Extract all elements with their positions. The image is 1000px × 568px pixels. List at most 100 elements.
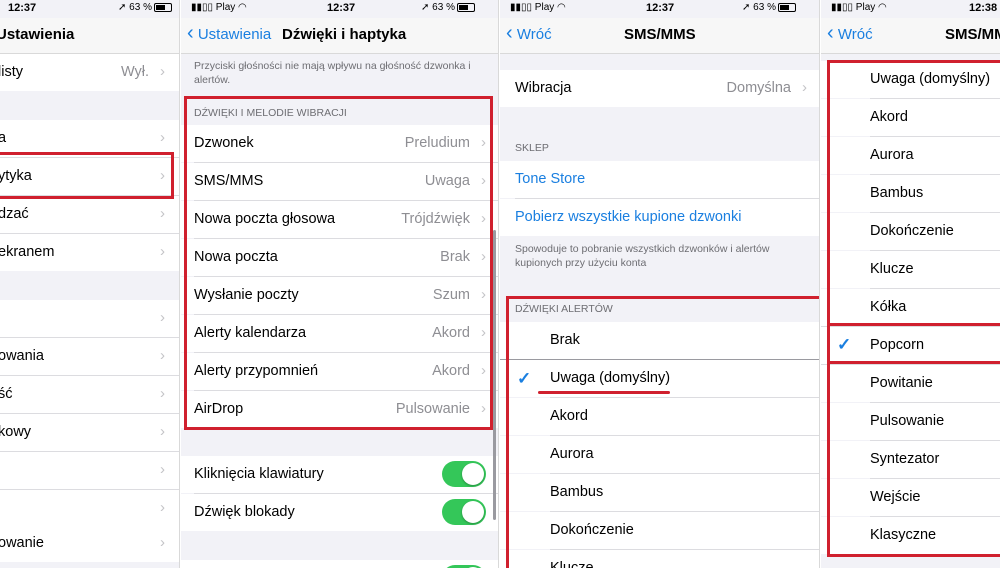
chevron-right-icon: › xyxy=(160,423,165,440)
row-label: Wibracja xyxy=(515,80,572,96)
store-note: Spowoduje to pobranie wszystkich dzwonkó… xyxy=(515,243,770,269)
row-value: Trójdźwięk xyxy=(401,211,470,227)
scrollbar[interactable] xyxy=(493,230,496,520)
settings-row[interactable]: owania › xyxy=(0,338,179,375)
alert-option[interactable]: Pulsowanie xyxy=(821,403,1000,440)
chevron-right-icon: › xyxy=(481,210,486,227)
chevron-right-icon: › xyxy=(160,461,165,478)
row-label: Dźwięk blokady xyxy=(194,504,295,520)
settings-row[interactable]: ść › xyxy=(0,376,179,413)
alert-option[interactable]: Akord xyxy=(500,398,819,435)
sound-row[interactable]: Nowa poczta Brak › xyxy=(181,239,498,276)
alert-option[interactable]: Syntezator xyxy=(821,441,1000,478)
row-label: ytyka xyxy=(0,168,32,184)
checkmark-icon: ✓ xyxy=(517,369,532,388)
option-label: Kółka xyxy=(870,299,907,315)
settings-row[interactable]: owanie › xyxy=(0,525,179,562)
row-label: kowy xyxy=(0,424,32,440)
settings-row[interactable]: › xyxy=(0,300,179,337)
chevron-right-icon: › xyxy=(160,167,165,184)
underline-mark xyxy=(538,391,670,394)
settings-row[interactable]: listy Wył. › xyxy=(0,54,179,91)
chevron-left-icon: ‹ xyxy=(187,22,194,44)
alert-option[interactable]: Kółka xyxy=(821,289,1000,326)
sound-row[interactable]: Wysłanie poczty Szum › xyxy=(181,277,498,314)
alert-option[interactable]: Dokończenie xyxy=(500,512,819,549)
section-header: DŹWIĘKI I MELODIE WIBRACJI xyxy=(194,107,347,119)
status-time: 12:38 xyxy=(969,2,998,14)
option-label: Syntezator xyxy=(870,451,940,467)
alert-option[interactable]: Klucze xyxy=(821,251,1000,288)
tone-store-link[interactable]: Tone Store xyxy=(500,161,819,198)
back-button[interactable]: ‹ Ustawienia xyxy=(187,23,272,43)
row-label: ekranem xyxy=(0,244,55,260)
sound-row[interactable]: Dzwonek Preludium › xyxy=(181,125,498,162)
sound-row[interactable]: Alerty przypomnień Akord › xyxy=(181,353,498,390)
row-value: Brak xyxy=(440,249,470,265)
status-carrier: ▮▮▯▯ Play ◠ xyxy=(831,2,887,13)
alert-option[interactable]: Bambus xyxy=(821,175,1000,212)
option-label: Klucze xyxy=(870,261,914,277)
vibration-row[interactable]: Wibracja Domyślna › xyxy=(500,70,819,107)
row-value: Akord xyxy=(432,363,470,379)
sound-row[interactable]: SMS/MMS Uwaga › xyxy=(181,163,498,200)
status-bar: ▮▮▯▯ Play ◠ 12:38 xyxy=(821,0,1000,18)
download-all-link[interactable]: Pobierz wszystkie kupione dzwonki xyxy=(500,199,819,236)
row-value: Pulsowanie xyxy=(395,401,470,417)
chevron-right-icon: › xyxy=(481,286,486,303)
nav-bar: Ustawienia xyxy=(0,18,179,54)
status-time: 12:37 xyxy=(327,2,356,14)
settings-row[interactable]: kowy › xyxy=(0,414,179,451)
back-label: Wróć xyxy=(516,26,552,43)
row-value: Preludium xyxy=(404,135,470,151)
row-label: a xyxy=(0,130,6,146)
alert-option[interactable]: Klucze xyxy=(500,550,819,568)
status-bar: ▮▮▯▯ Play ◠ 12:37 ➚ 63 % xyxy=(500,0,819,18)
back-button[interactable]: ‹ Wróć xyxy=(827,23,873,43)
settings-row[interactable]: › xyxy=(0,452,179,489)
alert-option[interactable]: Uwaga (domyślny) xyxy=(821,61,1000,98)
alert-option[interactable]: Aurora xyxy=(500,436,819,473)
settings-row[interactable]: dzać › xyxy=(0,196,179,233)
back-label: Ustawienia xyxy=(197,26,272,43)
alert-option[interactable]: Bambus xyxy=(500,474,819,511)
sound-row[interactable]: AirDrop Pulsowanie › xyxy=(181,391,498,428)
settings-row-sounds[interactable]: ytyka › xyxy=(0,158,179,195)
chevron-left-icon: ‹ xyxy=(506,22,513,44)
lock-sound-toggle[interactable] xyxy=(442,499,486,525)
alert-option-selected[interactable]: ✓ Popcorn xyxy=(821,327,1000,364)
alert-option[interactable]: Klasyczne xyxy=(821,517,1000,554)
alert-option[interactable]: Powitanie xyxy=(821,365,1000,402)
alert-option[interactable]: Dokończenie xyxy=(821,213,1000,250)
chevron-right-icon: › xyxy=(160,205,165,222)
chevron-left-icon: ‹ xyxy=(827,22,834,44)
settings-row[interactable]: a › xyxy=(0,120,179,157)
keyboard-clicks-toggle[interactable] xyxy=(442,461,486,487)
toggle-row: Dźwięk blokady xyxy=(181,494,498,531)
row-label: Alerty przypomnień xyxy=(194,363,319,379)
sound-row[interactable]: Nowa poczta głosowa Trójdźwięk › xyxy=(181,201,498,238)
nav-bar: ‹ Wróć SMS/MMS xyxy=(821,18,1000,54)
row-label: Nowa poczta głosowa xyxy=(194,211,336,227)
option-label: Aurora xyxy=(870,147,914,163)
settings-row[interactable]: ekranem › xyxy=(0,234,179,271)
row-value: Akord xyxy=(432,325,470,341)
alert-option[interactable]: Wejście xyxy=(821,479,1000,516)
page-title: Dźwięki i haptyka xyxy=(282,26,407,43)
row-label: owania xyxy=(0,348,44,364)
chevron-right-icon: › xyxy=(481,134,486,151)
alert-option[interactable]: Akord xyxy=(821,99,1000,136)
status-bar: ▮▮▯▯ Play ◠ 12:37 ➚ 63 % xyxy=(181,0,498,18)
back-button[interactable]: ‹ Wróć xyxy=(506,23,552,43)
option-label: Pulsowanie xyxy=(870,413,945,429)
status-bar: 12:37 ➚ 63 % xyxy=(0,0,179,18)
settings-row[interactable]: › xyxy=(0,490,179,527)
row-label: Kliknięcia klawiatury xyxy=(194,466,324,482)
alert-option[interactable]: Aurora xyxy=(821,137,1000,174)
option-label: Akord xyxy=(550,408,588,424)
status-battery: ➚ 63 % xyxy=(421,2,475,13)
page-title: Ustawienia xyxy=(0,26,75,43)
alert-option[interactable]: Brak xyxy=(500,322,819,359)
row-value: Domyślna xyxy=(726,80,791,96)
sound-row[interactable]: Alerty kalendarza Akord › xyxy=(181,315,498,352)
